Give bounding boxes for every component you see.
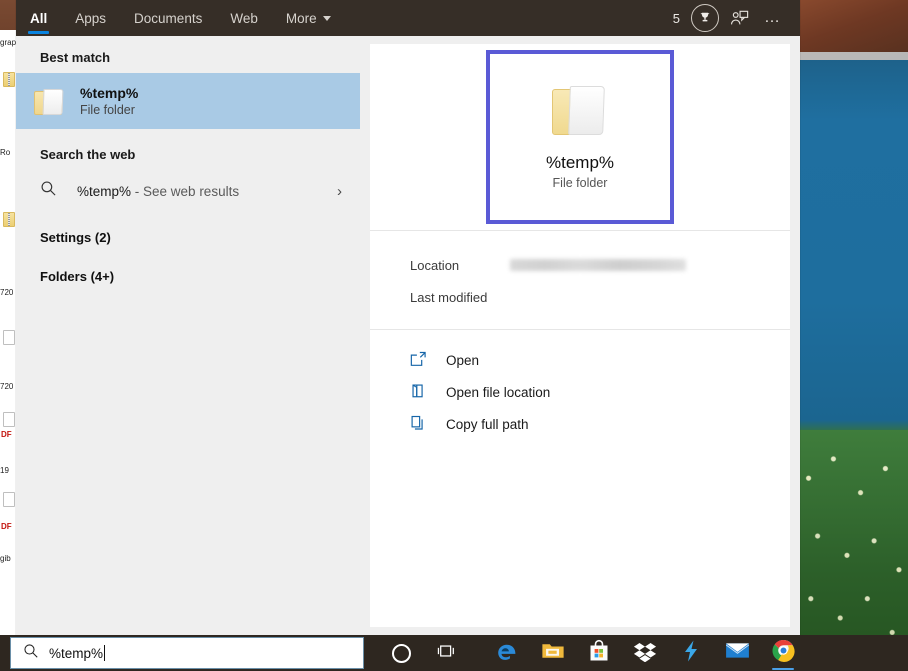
metadata-label: Last modified — [410, 290, 510, 305]
rewards-count: 5 — [673, 11, 680, 26]
web-result-query: %temp% — [77, 184, 131, 199]
preview-title: %temp% — [546, 152, 614, 174]
preview-subtitle: File folder — [553, 176, 608, 190]
doc-icon — [3, 330, 15, 345]
text-caret — [104, 645, 105, 661]
mail-icon — [725, 641, 750, 665]
tab-documents-label: Documents — [134, 11, 202, 26]
trophy-badge-icon[interactable] — [688, 1, 722, 35]
person-feedback-icon[interactable] — [722, 1, 756, 35]
folder-icon — [552, 84, 608, 136]
dropbox-icon — [633, 640, 657, 667]
bg-row-text: 720 — [0, 288, 13, 297]
cortana-circle-icon — [392, 644, 411, 663]
tab-apps[interactable]: Apps — [61, 0, 120, 36]
background-explorer-window[interactable]: grap Ro 720 720 DF 19 DF gib — [0, 30, 16, 635]
taskbar-app-dropbox[interactable] — [622, 635, 668, 671]
search-tab-bar: All Apps Documents Web More 5 — [16, 0, 800, 36]
web-result-item[interactable]: %temp% - See web results › — [16, 170, 360, 212]
pdf-icon: DF — [1, 522, 12, 531]
copy-icon — [410, 415, 432, 433]
chevron-down-icon — [323, 16, 331, 21]
pdf-icon: DF — [1, 430, 12, 439]
open-folder-icon — [410, 383, 432, 401]
search-input[interactable]: %temp% — [10, 637, 364, 669]
preview-metadata: Location Last modified — [370, 231, 790, 329]
bg-row-text: Ro — [0, 148, 10, 157]
tab-all[interactable]: All — [16, 0, 61, 36]
tab-more-label: More — [286, 11, 317, 26]
action-label: Copy full path — [446, 417, 529, 432]
edge-icon — [495, 639, 519, 668]
taskbar-app-chrome[interactable] — [760, 635, 806, 671]
more-options-icon[interactable]: … — [756, 1, 790, 35]
bg-row-text: grap — [0, 38, 16, 47]
bg-row-text: gib — [0, 554, 11, 563]
tab-more[interactable]: More — [272, 0, 345, 36]
taskbar-app-lightning[interactable] — [668, 635, 714, 671]
result-item-temp-folder[interactable]: %temp% File folder — [16, 73, 360, 129]
tab-documents[interactable]: Documents — [120, 0, 216, 36]
folder-icon — [34, 88, 64, 114]
metadata-value-redacted — [510, 259, 686, 271]
search-icon — [23, 643, 39, 664]
task-view-button[interactable] — [424, 635, 470, 671]
wallpaper-cliff — [795, 0, 908, 60]
metadata-row-last-modified: Last modified — [370, 281, 790, 313]
action-label: Open — [446, 353, 479, 368]
doc-icon — [3, 412, 15, 427]
preview-actions: Open Open file location — [370, 330, 790, 440]
taskbar-app-microsoft-store[interactable] — [576, 635, 622, 671]
action-open[interactable]: Open — [370, 344, 790, 376]
result-subtitle: File folder — [80, 102, 138, 119]
result-title: %temp% — [80, 84, 138, 102]
action-open-file-location[interactable]: Open file location — [370, 376, 790, 408]
tab-web[interactable]: Web — [216, 0, 272, 36]
bg-row-text: 720 — [0, 382, 13, 391]
store-icon — [588, 639, 610, 667]
search-the-web-header: Search the web — [16, 129, 360, 170]
tab-bar-actions: 5 … — [673, 1, 800, 35]
bg-row-text: 19 — [0, 466, 9, 475]
preview-pane: %temp% File folder Location Last modifie… — [370, 44, 790, 627]
task-view-icon — [437, 642, 457, 665]
taskbar: %temp% — [0, 635, 908, 671]
search-results-column: Best match %temp% File folder Search the… — [16, 36, 360, 635]
web-result-suffix: - See web results — [131, 184, 239, 199]
taskbar-app-file-explorer[interactable] — [530, 635, 576, 671]
taskbar-app-mail[interactable] — [714, 635, 760, 671]
file-explorer-icon — [541, 640, 565, 666]
chevron-right-icon[interactable]: › — [337, 183, 342, 200]
lightning-bolt-icon — [682, 639, 700, 668]
open-external-icon — [410, 351, 432, 369]
action-copy-full-path[interactable]: Copy full path — [370, 408, 790, 440]
taskbar-app-edge[interactable] — [484, 635, 530, 671]
sidebar-item-folders[interactable]: Folders (4+) — [16, 257, 360, 296]
search-input-value: %temp% — [49, 646, 103, 661]
preview-highlight-box[interactable]: %temp% File folder — [486, 50, 674, 224]
metadata-row-location: Location — [370, 249, 790, 281]
sidebar-item-settings[interactable]: Settings (2) — [16, 212, 360, 257]
chrome-icon — [772, 639, 795, 667]
search-icon — [40, 180, 57, 202]
cortana-button[interactable] — [378, 635, 424, 671]
preview-hero: %temp% File folder — [370, 44, 790, 230]
tab-web-label: Web — [230, 11, 258, 26]
doc-icon — [3, 492, 15, 507]
tab-all-label: All — [30, 11, 47, 26]
action-label: Open file location — [446, 385, 550, 400]
tab-apps-label: Apps — [75, 11, 106, 26]
zip-icon — [3, 212, 15, 227]
best-match-header: Best match — [16, 36, 360, 73]
zip-icon — [3, 72, 15, 87]
metadata-label: Location — [410, 258, 510, 273]
search-flyout-panel: All Apps Documents Web More 5 — [16, 0, 800, 635]
